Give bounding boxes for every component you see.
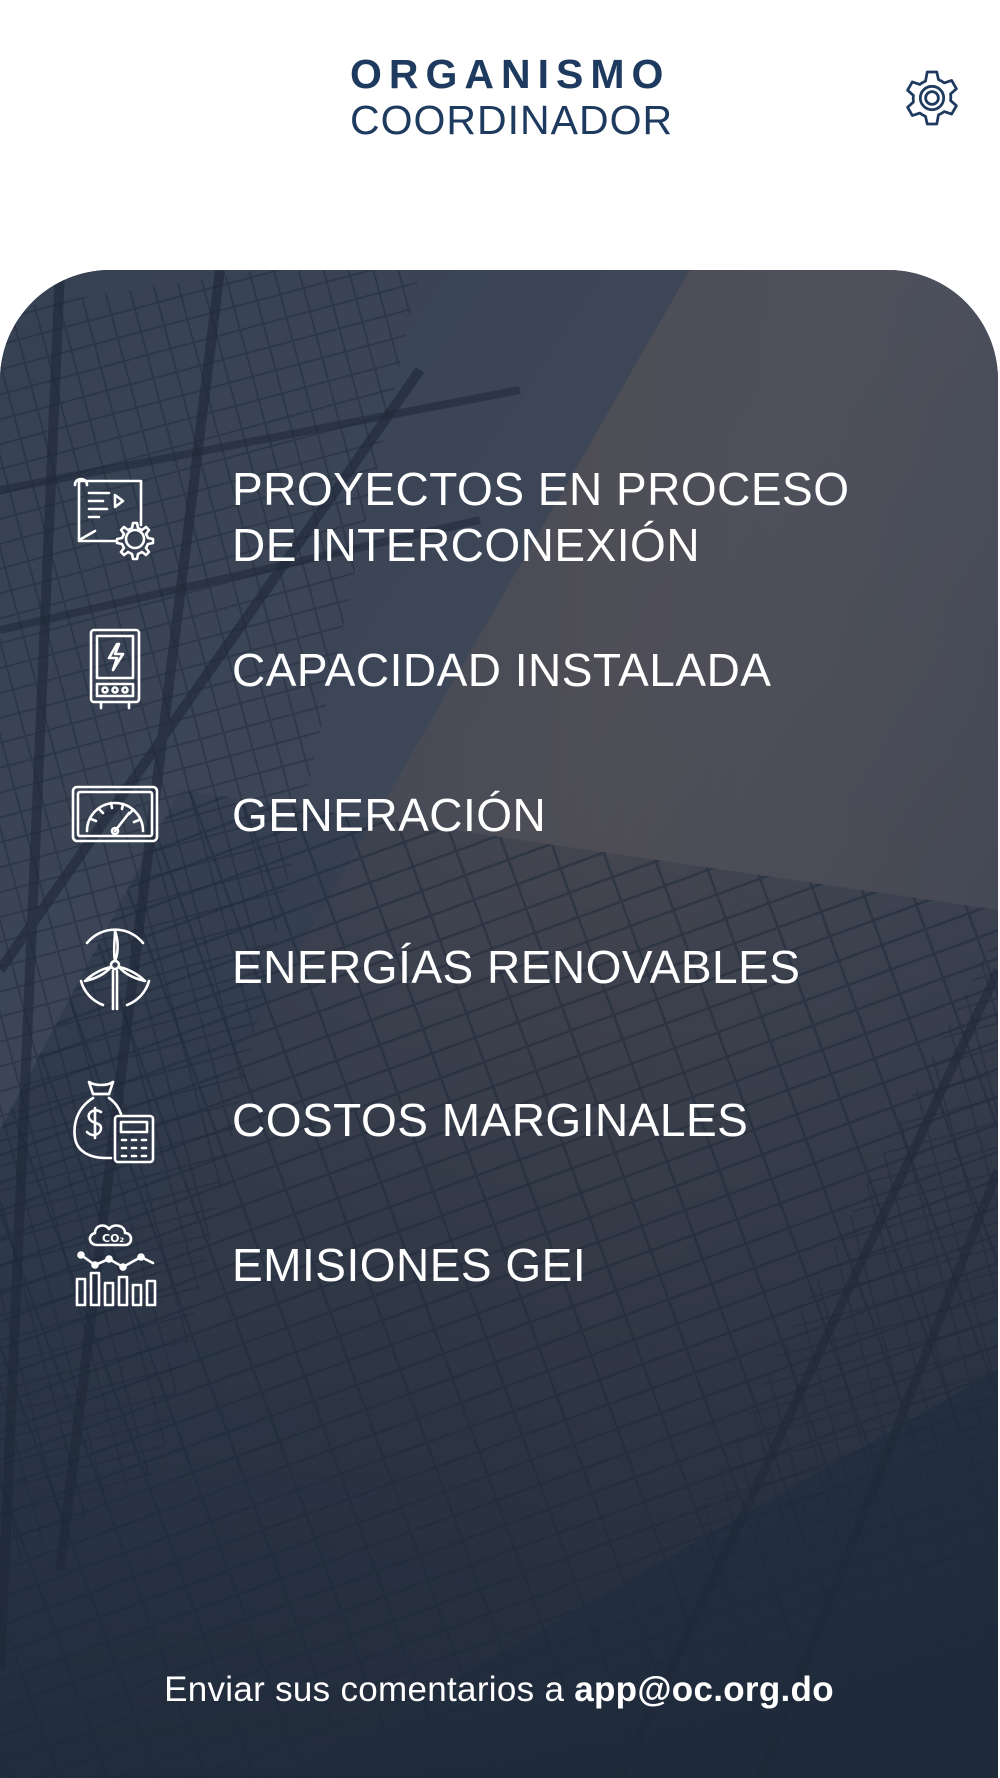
menu-item-capacidad-instalada[interactable]: CAPACIDAD INSTALADA xyxy=(60,615,940,725)
organization-logo: ORGANISMO COORDINADOR xyxy=(350,50,674,143)
blueprint-gear-icon xyxy=(60,467,170,567)
power-cabinet-icon xyxy=(60,620,170,720)
menu-item-costos-marginales[interactable]: COSTOS MARGINALES xyxy=(60,1065,940,1175)
logo-line-2: COORDINADOR xyxy=(350,97,674,143)
feedback-email-link[interactable]: app@oc.org.do xyxy=(574,1670,834,1709)
menu-item-energias-renovables[interactable]: ENERGÍAS RENOVABLES xyxy=(60,912,940,1022)
feedback-footer: Enviar sus comentarios a app@oc.org.do xyxy=(0,1670,998,1710)
menu-item-label: COSTOS MARGINALES xyxy=(232,1094,749,1146)
menu-item-label: ENERGÍAS RENOVABLES xyxy=(232,941,801,993)
money-bag-calculator-icon xyxy=(60,1070,170,1170)
menu-item-proyectos-interconexion[interactable]: PROYECTOS EN PROCESO DE INTERCONEXIÓN xyxy=(60,462,940,572)
main-menu-card: PROYECTOS EN PROCESO DE INTERCONEXIÓN CA… xyxy=(0,270,998,1778)
header: ORGANISMO COORDINADOR xyxy=(0,0,1000,270)
menu-item-label: EMISIONES GEI xyxy=(232,1239,587,1291)
gauge-meter-icon xyxy=(60,765,170,865)
svg-text:CO₂: CO₂ xyxy=(102,1232,124,1245)
settings-button[interactable] xyxy=(898,64,966,132)
menu-item-label: PROYECTOS EN PROCESO DE INTERCONEXIÓN xyxy=(232,463,850,571)
co2-emissions-chart-icon: CO₂ xyxy=(60,1215,170,1315)
gear-icon xyxy=(906,70,958,126)
menu-item-label: GENERACIÓN xyxy=(232,789,547,841)
app-screen: ORGANISMO COORDINADOR PROYECTOS EN PROCE… xyxy=(0,0,1000,1778)
menu-item-generacion[interactable]: GENERACIÓN xyxy=(60,760,940,870)
footer-text: Enviar sus comentarios a xyxy=(164,1670,575,1709)
menu-item-label: CAPACIDAD INSTALADA xyxy=(232,644,772,696)
logo-line-1: ORGANISMO xyxy=(350,51,671,97)
wind-turbine-icon xyxy=(60,917,170,1017)
menu-item-emisiones-gei[interactable]: CO₂ EMISIONES GEI xyxy=(60,1210,940,1320)
